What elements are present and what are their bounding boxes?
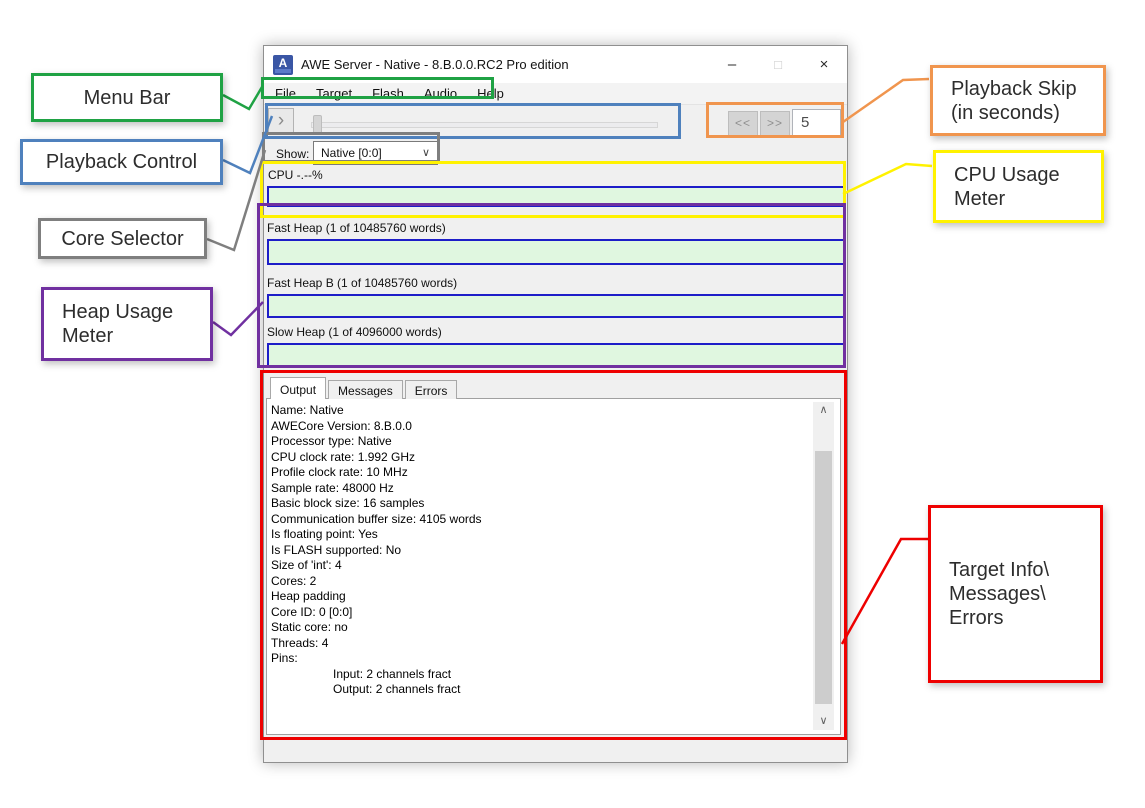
callout-label: (in seconds) <box>933 101 1103 125</box>
output-line: Processor type: Native <box>271 434 810 450</box>
heap-meter-label: Fast Heap B (1 of 10485760 words) <box>267 276 457 290</box>
tab-errors[interactable]: Errors <box>405 380 458 399</box>
callout-heap-usage: Heap UsageMeter <box>41 287 213 361</box>
skip-back-button[interactable]: << <box>728 111 758 136</box>
skip-forward-button[interactable]: >> <box>760 111 790 136</box>
output-line: Size of 'int': 4 <box>271 558 810 574</box>
cpu-meter-bar <box>267 186 845 207</box>
menu-audio[interactable]: Audio <box>414 84 467 103</box>
tab-strip: OutputMessagesErrors <box>270 377 459 399</box>
chevron-down-icon: ∨ <box>422 146 430 159</box>
close-button[interactable]: × <box>801 46 847 83</box>
scrollbar-thumb[interactable] <box>815 451 832 704</box>
output-line: Sample rate: 48000 Hz <box>271 481 810 497</box>
tab-messages[interactable]: Messages <box>328 380 403 399</box>
skip-seconds-field[interactable]: 5 <box>792 109 841 137</box>
minimize-button[interactable]: – <box>709 46 755 83</box>
callout-playback-control: Playback Control <box>20 139 223 185</box>
scroll-up-icon[interactable]: ∧ <box>813 402 834 419</box>
callout-label: Core Selector <box>41 227 204 251</box>
output-line: CPU clock rate: 1.992 GHz <box>271 450 810 466</box>
output-text: Name: NativeAWECore Version: 8.B.0.0Proc… <box>271 403 810 730</box>
callout-label: Errors <box>931 606 1100 630</box>
callout-target-info: Target Info\Messages\Errors <box>928 505 1103 683</box>
output-panel: Name: NativeAWECore Version: 8.B.0.0Proc… <box>266 398 841 735</box>
output-line: Is FLASH supported: No <box>271 543 810 559</box>
annotated-screenshot: A AWE Server - Native - 8.B.0.0.RC2 Pro … <box>0 0 1145 808</box>
callout-core-selector: Core Selector <box>38 218 207 259</box>
heap-meter-bar <box>267 239 845 265</box>
output-line: AWECore Version: 8.B.0.0 <box>271 419 810 435</box>
output-line: Threads: 4 <box>271 636 810 652</box>
output-line: Basic block size: 16 samples <box>271 496 810 512</box>
output-line: Name: Native <box>271 403 810 419</box>
playback-slider[interactable] <box>311 122 658 128</box>
title-bar: A AWE Server - Native - 8.B.0.0.RC2 Pro … <box>264 46 847 83</box>
callout-cpu-usage: CPU UsageMeter <box>933 150 1104 223</box>
callout-label: Target Info\ <box>931 558 1100 582</box>
menu-target[interactable]: Target <box>306 84 362 103</box>
awe-server-window: A AWE Server - Native - 8.B.0.0.RC2 Pro … <box>263 45 848 763</box>
tab-output[interactable]: Output <box>270 377 326 399</box>
callout-playback-skip: Playback Skip(in seconds) <box>930 65 1106 136</box>
callout-label: Playback Control <box>23 150 220 174</box>
menu-file[interactable]: File <box>265 84 306 103</box>
core-selector-value: Native [0:0] <box>321 146 382 160</box>
output-line: Heap padding <box>271 589 810 605</box>
menu-bar: FileTargetFlashAudioHelp <box>264 83 847 105</box>
output-line: Communication buffer size: 4105 words <box>271 512 810 528</box>
callout-menu-bar: Menu Bar <box>31 73 223 122</box>
scroll-down-icon[interactable]: ∨ <box>813 713 834 730</box>
callout-label: Playback Skip <box>933 77 1103 101</box>
window-title: AWE Server - Native - 8.B.0.0.RC2 Pro ed… <box>301 57 569 72</box>
app-icon: A <box>273 55 293 75</box>
output-line: Pins: <box>271 651 810 667</box>
heap-meter-label: Slow Heap (1 of 4096000 words) <box>267 325 442 339</box>
output-line: Input: 2 channels fract <box>271 667 810 683</box>
output-line: Core ID: 0 [0:0] <box>271 605 810 621</box>
maximize-button: □ <box>755 46 801 83</box>
heap-meter-bar <box>267 343 845 367</box>
output-line: Static core: no <box>271 620 810 636</box>
playback-slider-thumb[interactable] <box>313 115 322 134</box>
callout-label: Messages\ <box>931 582 1100 606</box>
callout-label: Meter <box>936 187 1101 211</box>
callout-label: Meter <box>44 324 210 348</box>
output-line: Profile clock rate: 10 MHz <box>271 465 810 481</box>
output-line: Is floating point: Yes <box>271 527 810 543</box>
menu-help[interactable]: Help <box>467 84 514 103</box>
core-selector-dropdown[interactable]: Native [0:0] ∨ <box>313 141 438 165</box>
callout-label: Heap Usage <box>44 300 210 324</box>
menu-flash[interactable]: Flash <box>362 84 414 103</box>
cpu-meter-label: CPU -.--% <box>268 168 323 182</box>
play-button[interactable]: › <box>268 108 294 135</box>
callout-label: Menu Bar <box>34 86 220 110</box>
scrollbar[interactable]: ∧ ∨ <box>813 402 834 730</box>
output-line: Output: 2 channels fract <box>271 682 810 698</box>
heap-meter-label: Fast Heap (1 of 10485760 words) <box>267 221 446 235</box>
callout-label: CPU Usage <box>936 163 1101 187</box>
show-label: Show: <box>276 147 309 161</box>
heap-meter-bar <box>267 294 845 318</box>
output-line: Cores: 2 <box>271 574 810 590</box>
